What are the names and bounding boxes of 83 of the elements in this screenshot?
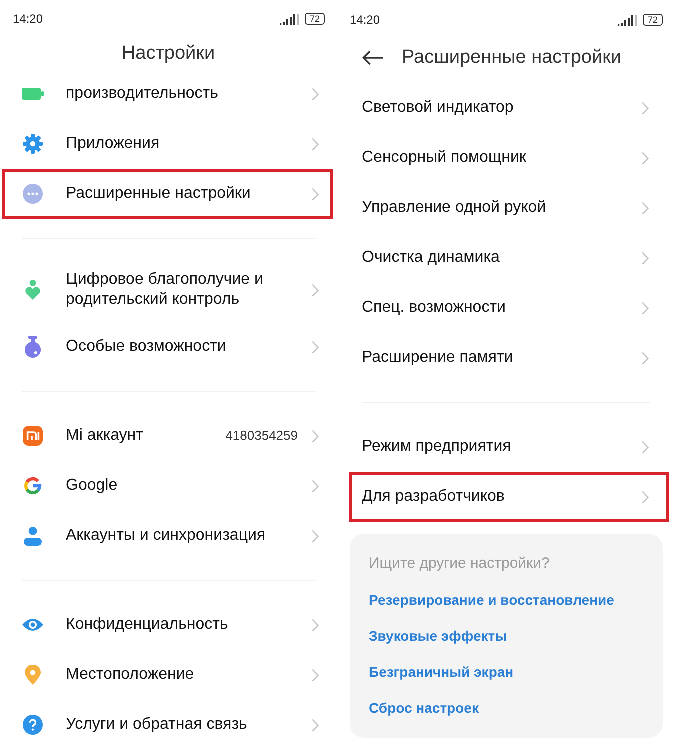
- item-label: производительность: [66, 84, 220, 104]
- item-label: Цифровое благополучие и родительский контроль: [66, 270, 264, 310]
- suggestion-link[interactable]: Резервирование и восстановление: [369, 582, 614, 618]
- settings-item[interactable]: Mi аккаунт 4180354259: [2, 411, 333, 461]
- settings-item[interactable]: Конфиденциальность: [2, 600, 333, 650]
- item-label: Управление одной рукой: [362, 198, 548, 218]
- chevron-right-icon: [642, 352, 649, 364]
- round-flask-icon: [24, 336, 42, 358]
- settings-item[interactable]: Режим предприятия: [349, 422, 669, 472]
- suggestion-link[interactable]: Сброс настроек: [369, 690, 479, 726]
- settings-item[interactable]: Аккаунты и синхронизация: [2, 511, 333, 561]
- item-label: Услуги и обратная связь: [66, 715, 248, 735]
- settings-item[interactable]: Световой индикатор: [349, 83, 669, 133]
- suggestion-link[interactable]: Звуковые эффекты: [369, 618, 508, 654]
- chevron-right-icon: [312, 530, 319, 542]
- settings-item[interactable]: Google: [2, 461, 333, 511]
- battery-indicator: 72: [304, 13, 325, 26]
- chevron-right-icon: [312, 340, 319, 354]
- status-time: 14:20: [350, 12, 380, 29]
- suggestions-heading: Ищите другие настройки?: [369, 554, 551, 574]
- item-label: Для разработчиков: [362, 487, 506, 507]
- suggestion-link[interactable]: Безграничный экран: [369, 654, 514, 690]
- chevron-right-icon: [312, 88, 319, 100]
- settings-item[interactable]: производительность: [2, 69, 333, 119]
- chevron-right-icon: [642, 152, 649, 164]
- chevron-right-icon: [312, 718, 319, 732]
- signal-icon: [618, 14, 637, 26]
- battery-indicator: 72: [642, 14, 663, 26]
- item-label: Местоположение: [66, 665, 196, 685]
- help-question-icon: [23, 715, 43, 735]
- status-time: 14:20: [13, 11, 44, 28]
- mi-logo-icon: [23, 426, 43, 446]
- eye-icon: [22, 618, 44, 632]
- item-label: Особые возможности: [66, 337, 228, 357]
- settings-item[interactable]: Особые возможности: [2, 322, 333, 372]
- item-label: Приложения: [66, 134, 161, 154]
- settings-item[interactable]: Спец. возможности: [349, 283, 669, 333]
- settings-item[interactable]: Очистка динамика: [349, 233, 669, 283]
- settings-item[interactable]: Расширенные настройки: [2, 169, 333, 219]
- item-label: Расширенные настройки: [66, 184, 252, 204]
- settings-item[interactable]: Управление одной рукой: [349, 183, 669, 233]
- settings-gear-icon: [23, 134, 43, 154]
- battery-icon: [22, 88, 44, 100]
- item-label: Сенсорный помощник: [362, 148, 528, 168]
- item-label: Mi аккаунт: [66, 426, 144, 446]
- settings-item[interactable]: Сенсорный помощник: [349, 133, 669, 183]
- item-label: Расширение памяти: [362, 348, 514, 368]
- item-label: Конфиденциальность: [66, 615, 230, 635]
- settings-item[interactable]: Расширение памяти: [349, 333, 669, 383]
- account-id: 4180354259: [226, 427, 298, 446]
- person-icon: [23, 526, 43, 546]
- screen-title: Расширенные настройки: [402, 46, 622, 70]
- location-pin-icon: [25, 665, 41, 685]
- google-logo-icon: [23, 476, 43, 496]
- chevron-right-icon: [312, 480, 319, 492]
- chevron-right-icon: [642, 252, 649, 264]
- more-dots-icon: [23, 184, 43, 204]
- item-label: Google: [66, 476, 119, 496]
- item-label: Аккаунты и синхронизация: [66, 526, 267, 546]
- chevron-right-icon: [312, 618, 319, 632]
- settings-item[interactable]: Для разработчиков: [349, 472, 669, 522]
- chevron-right-icon: [642, 302, 649, 314]
- settings-item[interactable]: Услуги и обратная связь: [2, 700, 333, 750]
- chevron-right-icon: [312, 188, 319, 200]
- item-label: Спец. возможности: [362, 298, 507, 318]
- back-arrow-icon[interactable]: [362, 50, 384, 66]
- person-heart-icon: [25, 280, 41, 300]
- item-label: Очистка динамика: [362, 248, 501, 268]
- chevron-right-icon: [642, 102, 649, 114]
- settings-item[interactable]: Цифровое благополучие и родительский контроль: [2, 258, 333, 322]
- screen-title: Настройки: [122, 42, 216, 66]
- chevron-right-icon: [312, 284, 319, 296]
- chevron-right-icon: [312, 430, 319, 442]
- chevron-right-icon: [312, 668, 319, 682]
- chevron-right-icon: [642, 490, 649, 504]
- settings-item[interactable]: Приложения: [2, 119, 333, 169]
- signal-icon: [280, 14, 299, 25]
- item-label: Световой индикатор: [362, 98, 515, 118]
- chevron-right-icon: [642, 202, 649, 214]
- item-label: Режим предприятия: [362, 437, 512, 457]
- chevron-right-icon: [642, 440, 649, 454]
- settings-item[interactable]: Местоположение: [2, 650, 333, 700]
- chevron-right-icon: [312, 138, 319, 150]
